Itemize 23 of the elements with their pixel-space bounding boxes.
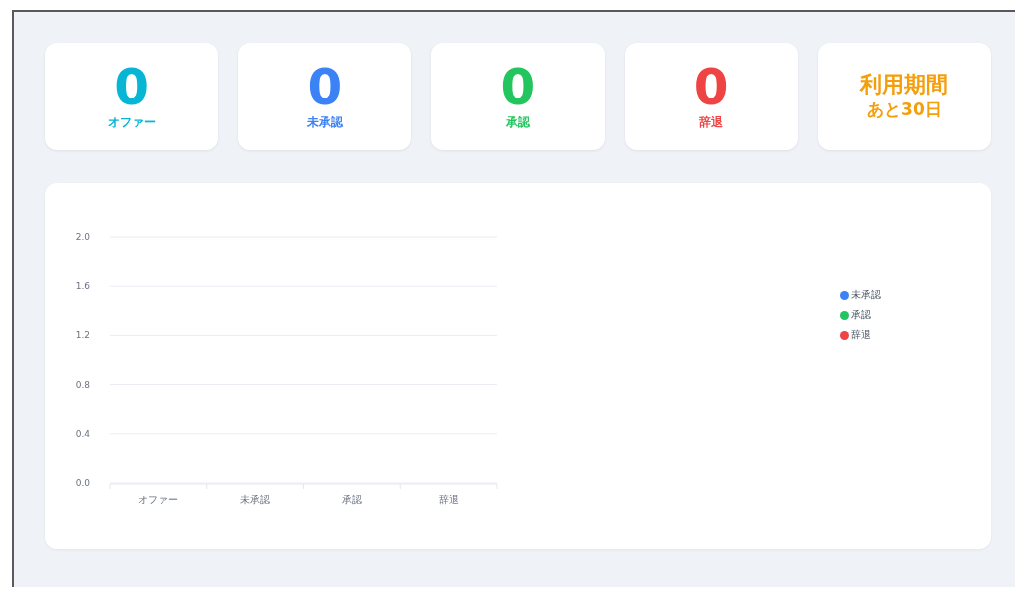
stat-label: 辞退 xyxy=(699,114,724,131)
y-tick-label: 1.2 xyxy=(75,330,90,341)
legend-label: 辞退 xyxy=(851,328,871,342)
stat-value: 0 xyxy=(500,62,536,112)
stat-value: 0 xyxy=(114,62,149,112)
period-remaining: あと30日 xyxy=(867,98,942,122)
stat-label: 承認 xyxy=(506,114,530,131)
y-tick-label: 0.4 xyxy=(75,428,90,439)
stat-label: 未承認 xyxy=(306,114,343,131)
period-title: 利用期間 xyxy=(860,71,949,99)
y-tick-label: 0.8 xyxy=(75,379,90,390)
x-tick-label: 承認 xyxy=(341,494,362,505)
x-tick-label: オファー xyxy=(138,494,179,505)
stat-value: 0 xyxy=(307,62,343,112)
x-tick-label: 辞退 xyxy=(438,494,459,505)
legend-label: 未承認 xyxy=(851,288,881,302)
y-tick-label: 1.6 xyxy=(75,281,90,292)
y-tick-label: 2.0 xyxy=(75,232,90,242)
legend-label: 承認 xyxy=(851,308,871,322)
y-tick-label: 0.0 xyxy=(75,478,90,488)
stat-label: オファー xyxy=(107,114,156,131)
x-tick-label: 未承認 xyxy=(240,494,271,505)
stat-value: 0 xyxy=(693,62,729,112)
